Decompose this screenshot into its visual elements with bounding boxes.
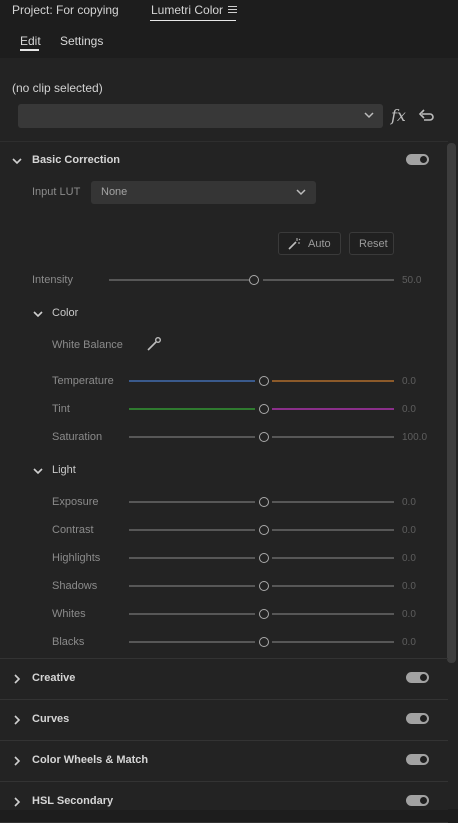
section-divider <box>0 699 448 700</box>
auto-button[interactable]: Auto <box>278 232 341 255</box>
input-lut-value: None <box>101 186 128 198</box>
slider-label-tint: Tint <box>52 403 70 415</box>
whites-track-right[interactable] <box>272 613 394 615</box>
clip-select-dropdown[interactable] <box>18 104 383 128</box>
section-title-curves[interactable]: Curves <box>32 713 69 725</box>
slider-label-highlights: Highlights <box>52 552 101 564</box>
highlights-value[interactable]: 0.0 <box>402 553 416 564</box>
intensity-label: Intensity <box>32 274 73 286</box>
chevron-right-icon[interactable] <box>12 715 22 725</box>
blacks-slider-knob[interactable] <box>259 637 269 647</box>
creative-toggle[interactable] <box>406 672 429 683</box>
blacks-track-left[interactable] <box>129 641 255 643</box>
saturation-slider-knob[interactable] <box>259 432 269 442</box>
highlights-track-left[interactable] <box>129 557 255 559</box>
saturation-track-left[interactable] <box>129 436 255 438</box>
whites-slider-knob[interactable] <box>259 609 269 619</box>
section-title-hsl-secondary[interactable]: HSL Secondary <box>32 795 113 807</box>
contrast-track-left[interactable] <box>129 529 255 531</box>
blacks-value[interactable]: 0.0 <box>402 637 416 648</box>
tab-project[interactable]: Project: For copying <box>12 3 119 17</box>
slider-label-shadows: Shadows <box>52 580 98 592</box>
shadows-track-left[interactable] <box>129 585 255 587</box>
slider-label-saturation: Saturation <box>52 431 103 443</box>
shadows-slider-knob[interactable] <box>259 581 269 591</box>
blacks-track-right[interactable] <box>272 641 394 643</box>
subsection-title-color[interactable]: Color <box>52 307 78 319</box>
shadows-value[interactable]: 0.0 <box>402 581 416 592</box>
subtab-edit[interactable]: Edit <box>20 34 41 48</box>
slider-label-blacks: Blacks <box>52 636 85 648</box>
auto-button-label: Auto <box>308 238 331 250</box>
hamburger-icon[interactable] <box>228 6 237 14</box>
eyedropper-icon[interactable] <box>146 336 162 352</box>
chevron-down-icon[interactable] <box>12 156 22 166</box>
basic-correction-toggle[interactable] <box>406 154 429 165</box>
intensity-slider-knob[interactable] <box>249 275 259 285</box>
highlights-slider-knob[interactable] <box>259 553 269 563</box>
contrast-value[interactable]: 0.0 <box>402 525 416 536</box>
slider-label-contrast: Contrast <box>52 524 94 536</box>
white-balance-label: White Balance <box>52 339 123 351</box>
chevron-down-icon[interactable] <box>33 466 43 476</box>
tint-slider-knob[interactable] <box>259 404 269 414</box>
tab-lumetri-color[interactable]: Lumetri Color <box>151 3 223 17</box>
tint-track-right[interactable] <box>272 408 394 410</box>
section-title-creative[interactable]: Creative <box>32 672 75 684</box>
reset-button[interactable]: Reset <box>349 232 394 255</box>
input-lut-dropdown[interactable]: None <box>91 181 316 204</box>
curves-toggle[interactable] <box>406 713 429 724</box>
chevron-down-icon <box>364 112 374 119</box>
tint-value[interactable]: 0.0 <box>402 404 416 415</box>
slider-label-temperature: Temperature <box>52 375 114 387</box>
exposure-track-right[interactable] <box>272 501 394 503</box>
contrast-track-right[interactable] <box>272 529 394 531</box>
temperature-track-right[interactable] <box>272 380 394 382</box>
clip-status-text: (no clip selected) <box>12 81 103 95</box>
chevron-right-icon[interactable] <box>12 674 22 684</box>
magic-wand-icon <box>288 238 301 250</box>
whites-track-left[interactable] <box>129 613 255 615</box>
highlights-track-right[interactable] <box>272 557 394 559</box>
exposure-track-left[interactable] <box>129 501 255 503</box>
section-divider <box>0 740 448 741</box>
exposure-value[interactable]: 0.0 <box>402 497 416 508</box>
contrast-slider-knob[interactable] <box>259 525 269 535</box>
color-wheels-match-toggle[interactable] <box>406 754 429 765</box>
subtab-underline <box>20 49 39 51</box>
tint-track-left[interactable] <box>129 408 255 410</box>
hsl-secondary-toggle[interactable] <box>406 795 429 806</box>
panel-scrollbar[interactable] <box>447 143 456 663</box>
intensity-value[interactable]: 50.0 <box>402 275 421 286</box>
chevron-right-icon[interactable] <box>12 797 22 807</box>
section-divider <box>0 781 448 782</box>
active-tab-underline <box>150 20 236 21</box>
saturation-track-right[interactable] <box>272 436 394 438</box>
fx-icon[interactable]: fx <box>391 106 406 125</box>
subsection-title-light[interactable]: Light <box>52 464 76 476</box>
chevron-down-icon[interactable] <box>33 309 43 319</box>
section-title-basic-correction[interactable]: Basic Correction <box>32 154 120 166</box>
chevron-down-icon <box>296 189 306 196</box>
temperature-slider-knob[interactable] <box>259 376 269 386</box>
section-title-color-wheels-match[interactable]: Color Wheels & Match <box>32 754 148 766</box>
section-divider <box>0 658 448 659</box>
saturation-value[interactable]: 100.0 <box>402 432 427 443</box>
temperature-track-left[interactable] <box>129 380 255 382</box>
exposure-slider-knob[interactable] <box>259 497 269 507</box>
temperature-value[interactable]: 0.0 <box>402 376 416 387</box>
intensity-track-right[interactable] <box>263 279 394 281</box>
subtab-settings[interactable]: Settings <box>60 34 103 48</box>
slider-label-exposure: Exposure <box>52 496 99 508</box>
reset-button-label: Reset <box>359 238 388 250</box>
chevron-right-icon[interactable] <box>12 756 22 766</box>
undo-icon[interactable] <box>418 108 435 122</box>
input-lut-label: Input LUT <box>32 186 81 198</box>
slider-label-whites: Whites <box>52 608 86 620</box>
intensity-track-left[interactable] <box>109 279 249 281</box>
whites-value[interactable]: 0.0 <box>402 609 416 620</box>
shadows-track-right[interactable] <box>272 585 394 587</box>
